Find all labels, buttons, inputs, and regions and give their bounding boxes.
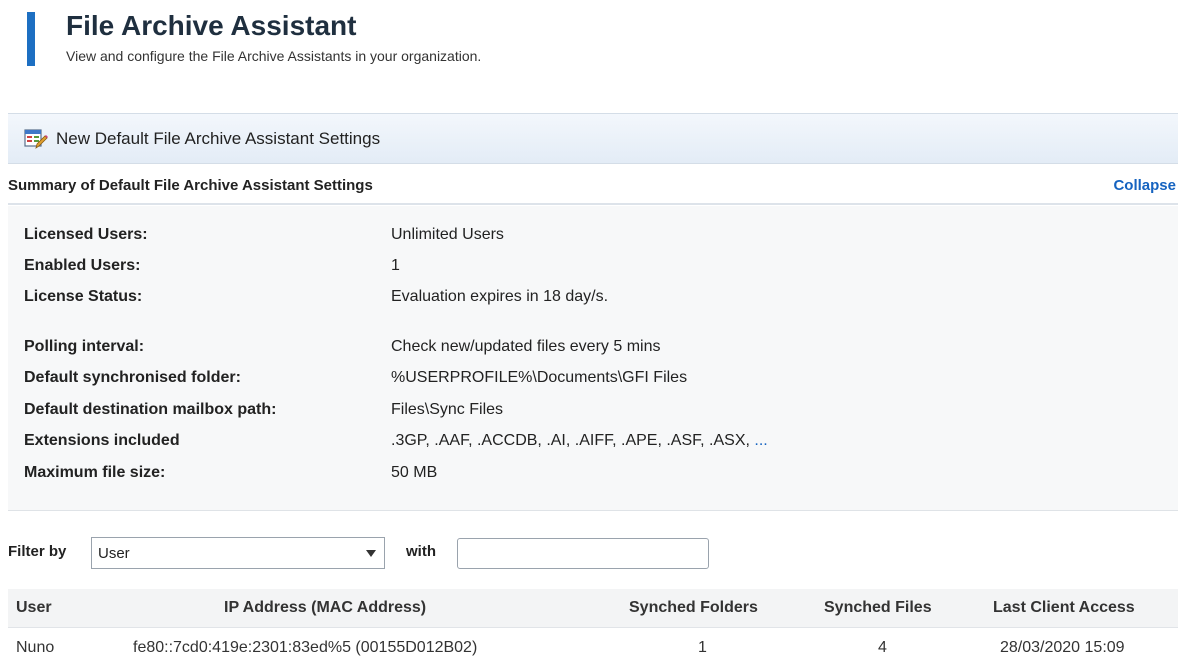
page-title: File Archive Assistant: [66, 10, 357, 41]
extensions-value: .3GP, .AAF, .ACCDB, .AI, .AIFF, .APE, .A…: [391, 432, 768, 450]
filter-by-selected-value: User: [98, 545, 130, 562]
cell-last-client-access: 28/03/2020 15:09: [1000, 639, 1125, 656]
enabled-users-label: Enabled Users:: [24, 257, 141, 274]
license-status-label: License Status:: [24, 288, 143, 305]
column-header-synched-files[interactable]: Synched Files: [824, 599, 932, 617]
column-header-last-client-access[interactable]: Last Client Access: [993, 599, 1135, 617]
title-accent-bar: [27, 12, 35, 66]
new-default-settings-label: New Default File Archive Assistant Setti…: [56, 129, 381, 148]
cell-synched-files: 4: [878, 639, 887, 656]
summary-panel: Licensed Users: Unlimited Users Enabled …: [8, 206, 1178, 511]
polling-interval-label: Polling interval:: [24, 338, 145, 355]
column-header-user[interactable]: User: [16, 599, 52, 617]
max-file-size-label: Maximum file size:: [24, 464, 166, 481]
collapse-link[interactable]: Collapse: [1113, 177, 1176, 194]
settings-edit-icon: [24, 129, 48, 149]
max-file-size-value: 50 MB: [391, 464, 438, 481]
licensed-users-value: Unlimited Users: [391, 226, 504, 243]
mailbox-path-label: Default destination mailbox path:: [24, 401, 277, 418]
chevron-down-icon: [366, 550, 376, 557]
filter-by-select[interactable]: User: [91, 537, 385, 569]
licensed-users-label: Licensed Users:: [24, 226, 148, 243]
extensions-list: .3GP, .AAF, .ACCDB, .AI, .AIFF, .APE, .A…: [391, 432, 755, 449]
column-header-ip-address[interactable]: IP Address (MAC Address): [224, 599, 426, 617]
sync-folder-value: %USERPROFILE%\Documents\GFI Files: [391, 369, 688, 386]
filter-by-label: Filter by: [8, 543, 67, 560]
new-default-settings-button[interactable]: New Default File Archive Assistant Setti…: [24, 128, 380, 150]
cell-synched-folders: 1: [698, 639, 707, 656]
with-label: with: [406, 543, 436, 560]
summary-title: Summary of Default File Archive Assistan…: [8, 177, 373, 194]
polling-interval-value: Check new/updated files every 5 mins: [391, 338, 661, 355]
summary-divider: [8, 203, 1178, 205]
mailbox-path-value: Files\Sync Files: [391, 401, 504, 418]
sync-folder-label: Default synchronised folder:: [24, 369, 241, 386]
filter-with-input[interactable]: [457, 538, 709, 569]
column-header-synched-folders[interactable]: Synched Folders: [629, 599, 758, 617]
license-status-value: Evaluation expires in 18 day/s.: [391, 288, 609, 305]
enabled-users-value: 1: [391, 257, 400, 274]
page-subtitle: View and configure the File Archive Assi…: [66, 48, 482, 64]
cell-ip-address: fe80::7cd0:419e:2301:83ed%5 (00155D012B0…: [133, 639, 478, 656]
toolbar: New Default File Archive Assistant Setti…: [8, 113, 1178, 164]
extensions-label: Extensions included: [24, 432, 180, 449]
extensions-more-link[interactable]: ...: [754, 432, 767, 449]
cell-user: Nuno: [16, 639, 55, 656]
